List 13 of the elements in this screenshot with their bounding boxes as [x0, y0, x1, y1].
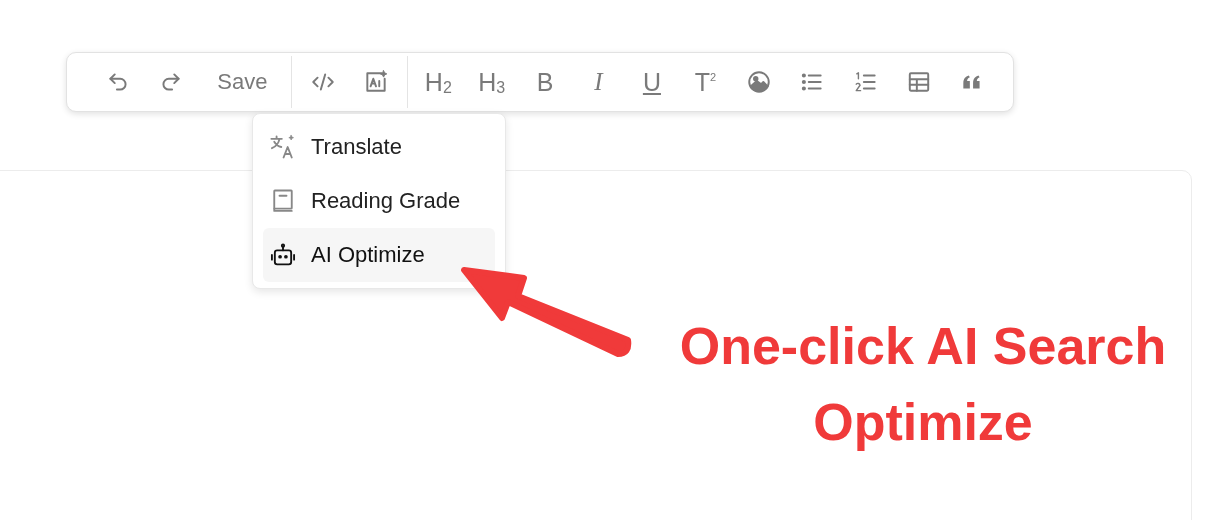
- toolbar-button[interactable]: H$_{2}$: [411, 62, 465, 102]
- menu-item[interactable]: Translate: [263, 120, 495, 174]
- toolbar-button[interactable]: U: [625, 62, 679, 102]
- annotation-text: One-click AI Search: [679, 316, 1167, 377]
- toolbar-button[interactable]: T$^{2}$: [678, 62, 733, 102]
- annotation-text: Optimize: [813, 392, 1033, 453]
- menu-item[interactable]: Reading Grade: [263, 174, 495, 228]
- toolbar-button[interactable]: B: [518, 62, 572, 102]
- toolbar-button[interactable]: Save: [197, 62, 287, 102]
- toolbar-button[interactable]: I: [571, 62, 626, 102]
- toolbar-button[interactable]: H$_{3}$: [465, 62, 519, 102]
- menu-item[interactable]: AI Optimize: [263, 228, 495, 282]
- translate-icon: [269, 133, 297, 161]
